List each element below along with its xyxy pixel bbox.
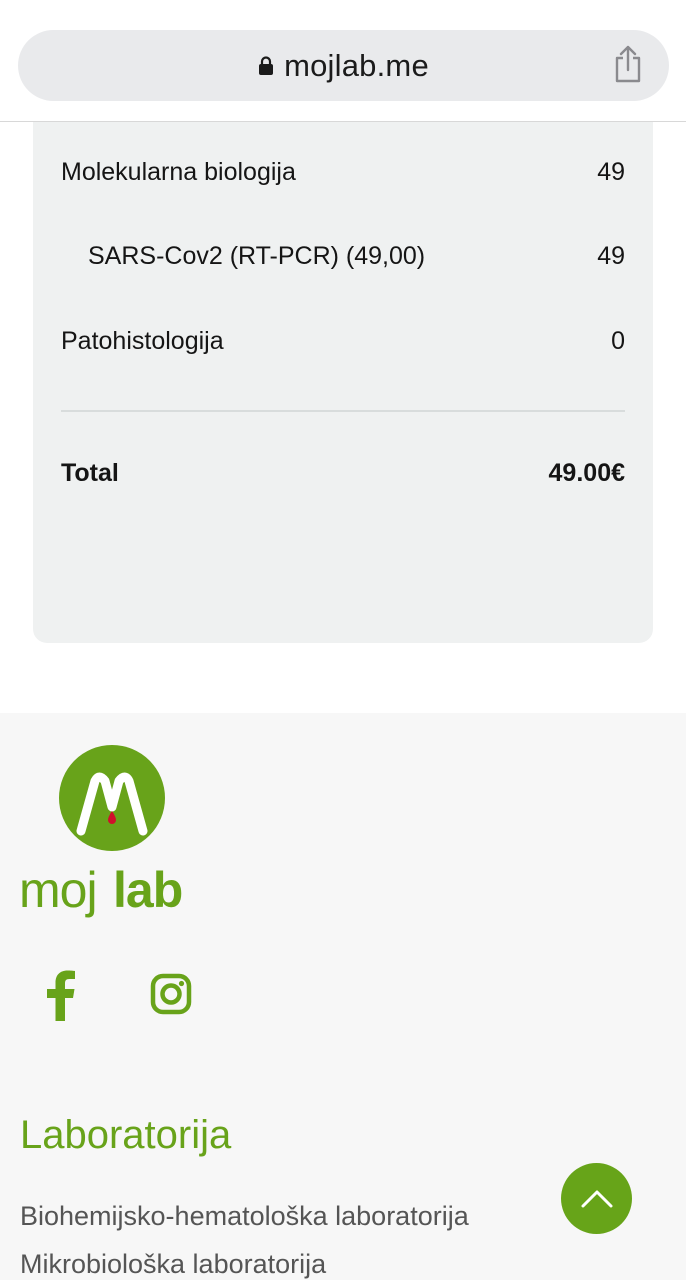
summary-subrow: SARS-Cov2 (RT-PCR) (49,00) 49 bbox=[61, 236, 625, 276]
total-label: Total bbox=[61, 458, 119, 487]
instagram-icon[interactable] bbox=[150, 973, 192, 1015]
url-text: mojlab.me bbox=[284, 47, 429, 83]
mojlab-logo-wordmark[interactable]: moj lab bbox=[19, 865, 209, 919]
row-value: 49 bbox=[597, 241, 625, 270]
total-row: Total 49.00€ bbox=[61, 453, 625, 493]
summary-row: Molekularna biologija 49 bbox=[61, 152, 625, 192]
row-label: Patohistologija bbox=[61, 326, 224, 355]
svg-text:moj: moj bbox=[19, 865, 97, 918]
total-value: 49.00€ bbox=[548, 458, 625, 487]
url-display[interactable]: mojlab.me bbox=[18, 30, 669, 101]
mojlab-logo-mark[interactable] bbox=[59, 745, 165, 851]
facebook-icon[interactable] bbox=[40, 969, 80, 1021]
row-value: 49 bbox=[597, 157, 625, 186]
footer-section-title: Laboratorija bbox=[20, 1113, 232, 1157]
address-bar[interactable]: mojlab.me bbox=[18, 30, 669, 101]
summary-row: Patohistologija 0 bbox=[61, 321, 625, 361]
footer-link-biohemijsko[interactable]: Biohemijsko-hematološka laboratorija bbox=[20, 1201, 469, 1232]
site-footer: moj lab Laboratorija Biohemijsko-hematol… bbox=[0, 713, 686, 1280]
row-label: SARS-Cov2 (RT-PCR) (49,00) bbox=[88, 241, 426, 270]
summary-divider bbox=[61, 410, 625, 412]
browser-toolbar: mojlab.me bbox=[0, 0, 686, 122]
row-label: Molekularna biologija bbox=[61, 157, 296, 186]
order-summary-card: Molekularna biologija 49 SARS-Cov2 (RT-P… bbox=[33, 122, 653, 643]
lock-icon bbox=[259, 55, 274, 75]
svg-text:lab: lab bbox=[113, 865, 182, 918]
scroll-to-top-button[interactable] bbox=[561, 1163, 632, 1234]
share-icon[interactable] bbox=[613, 44, 643, 84]
footer-link-mikrobioloska[interactable]: Mikrobiološka laboratorija bbox=[20, 1249, 326, 1280]
row-value: 0 bbox=[611, 326, 625, 355]
chevron-up-icon bbox=[581, 1190, 612, 1207]
